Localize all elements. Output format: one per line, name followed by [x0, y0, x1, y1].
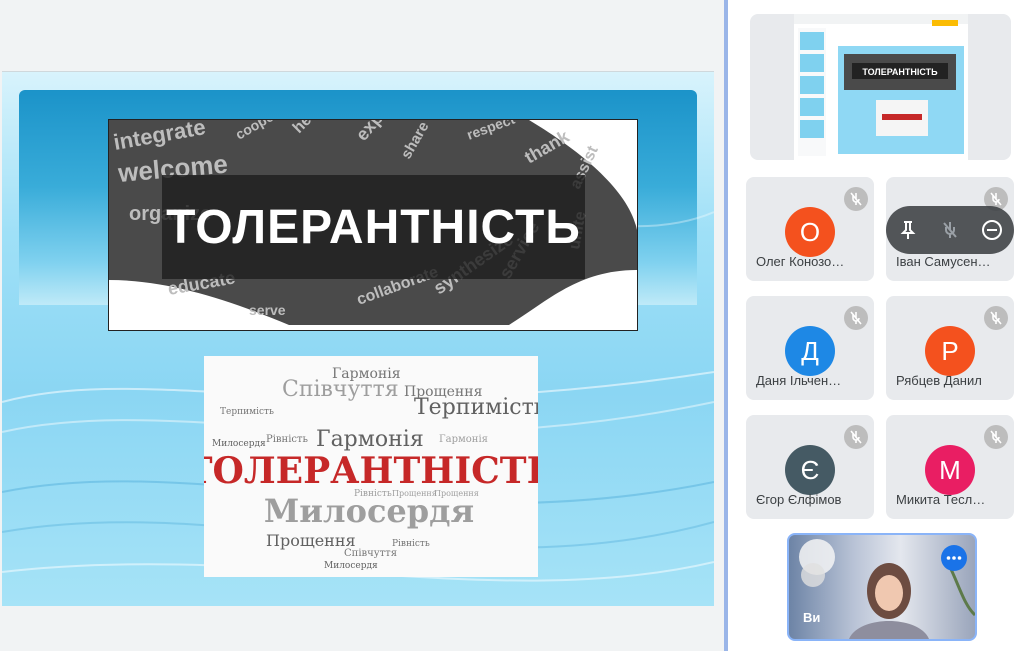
mini-slides-preview: ТОЛЕРАНТНІСТЬ [794, 14, 968, 156]
cloud-word: Рівність [354, 489, 392, 499]
tolerance-hands-image: integratewelcomecooperatehelp outexpands… [108, 119, 638, 331]
participant-name: Єгор Єлфімов [756, 492, 842, 507]
cloud-word: Рівність [392, 539, 430, 549]
avatar: Д [785, 326, 835, 376]
cloud-word: Прощення [404, 384, 483, 400]
remove-icon[interactable] [976, 214, 1008, 246]
hand-word: serve [249, 302, 286, 318]
cloud-word: Милосердя [212, 439, 266, 449]
cloud-word: ТОЛЕРАНТНІСТЬ [204, 450, 538, 492]
cloud-word: Терпимість [220, 407, 274, 417]
participant-tile[interactable]: М Микита Тесл… [886, 415, 1014, 519]
banner-title: ТОЛЕРАНТНІСТЬ [162, 175, 585, 279]
cloud-word: Рівність [266, 434, 309, 445]
participant-tile[interactable]: О Олег Конозо… [746, 177, 874, 281]
presenter-tile[interactable]: ТОЛЕРАНТНІСТЬ [750, 14, 1011, 160]
values-word-cloud: ТОЛЕРАНТНІСТЬ Милосердя Гармонія Співчуття Т… [204, 356, 538, 577]
avatar: М [925, 445, 975, 495]
self-label: Ви [803, 610, 821, 625]
participant-tile[interactable]: Р Рябцев Данил [886, 296, 1014, 400]
mic-off-icon [844, 306, 868, 330]
avatar: Р [925, 326, 975, 376]
cloud-word: Прощення [434, 489, 479, 498]
cloud-word: Милосердя [324, 561, 378, 571]
cloud-word: Співчуття [282, 377, 399, 402]
avatar: Є [785, 445, 835, 495]
participant-name: Даня Ільчен… [756, 373, 842, 388]
cloud-word: Прощення [392, 489, 437, 498]
cloud-word: Гармонія [316, 427, 424, 452]
self-video-tile[interactable]: Ви [787, 533, 977, 641]
cloud-word: Співчуття [344, 548, 397, 559]
participant-name: Микита Тесл… [896, 492, 986, 507]
pin-icon[interactable] [892, 214, 924, 246]
participant-name: Олег Конозо… [756, 254, 845, 269]
tile-hover-controls [886, 206, 1014, 254]
mic-off-icon [844, 187, 868, 211]
mic-off-icon[interactable] [934, 214, 966, 246]
presentation-slide: integratewelcomecooperatehelp outexpands… [2, 71, 714, 606]
more-options-icon[interactable] [941, 545, 967, 571]
cloud-word: Гармонія [439, 434, 488, 445]
mini-slide-title: ТОЛЕРАНТНІСТЬ [862, 67, 938, 77]
avatar: О [785, 207, 835, 257]
participant-tile[interactable]: Є Єгор Єлфімов [746, 415, 874, 519]
presenter-screen-preview: ТОЛЕРАНТНІСТЬ [794, 14, 968, 160]
mic-off-icon [984, 306, 1008, 330]
participant-tile[interactable]: Д Даня Ільчен… [746, 296, 874, 400]
participant-name: Рябцев Данил [896, 373, 982, 388]
word-cloud-graphic: ТОЛЕРАНТНІСТЬМилосердяГармоніяСпівчуттяТ… [204, 366, 538, 571]
cloud-word: Прощення [266, 531, 356, 550]
participant-name: Іван Самусен… [896, 254, 991, 269]
mic-off-icon [984, 425, 1008, 449]
mic-off-icon [844, 425, 868, 449]
